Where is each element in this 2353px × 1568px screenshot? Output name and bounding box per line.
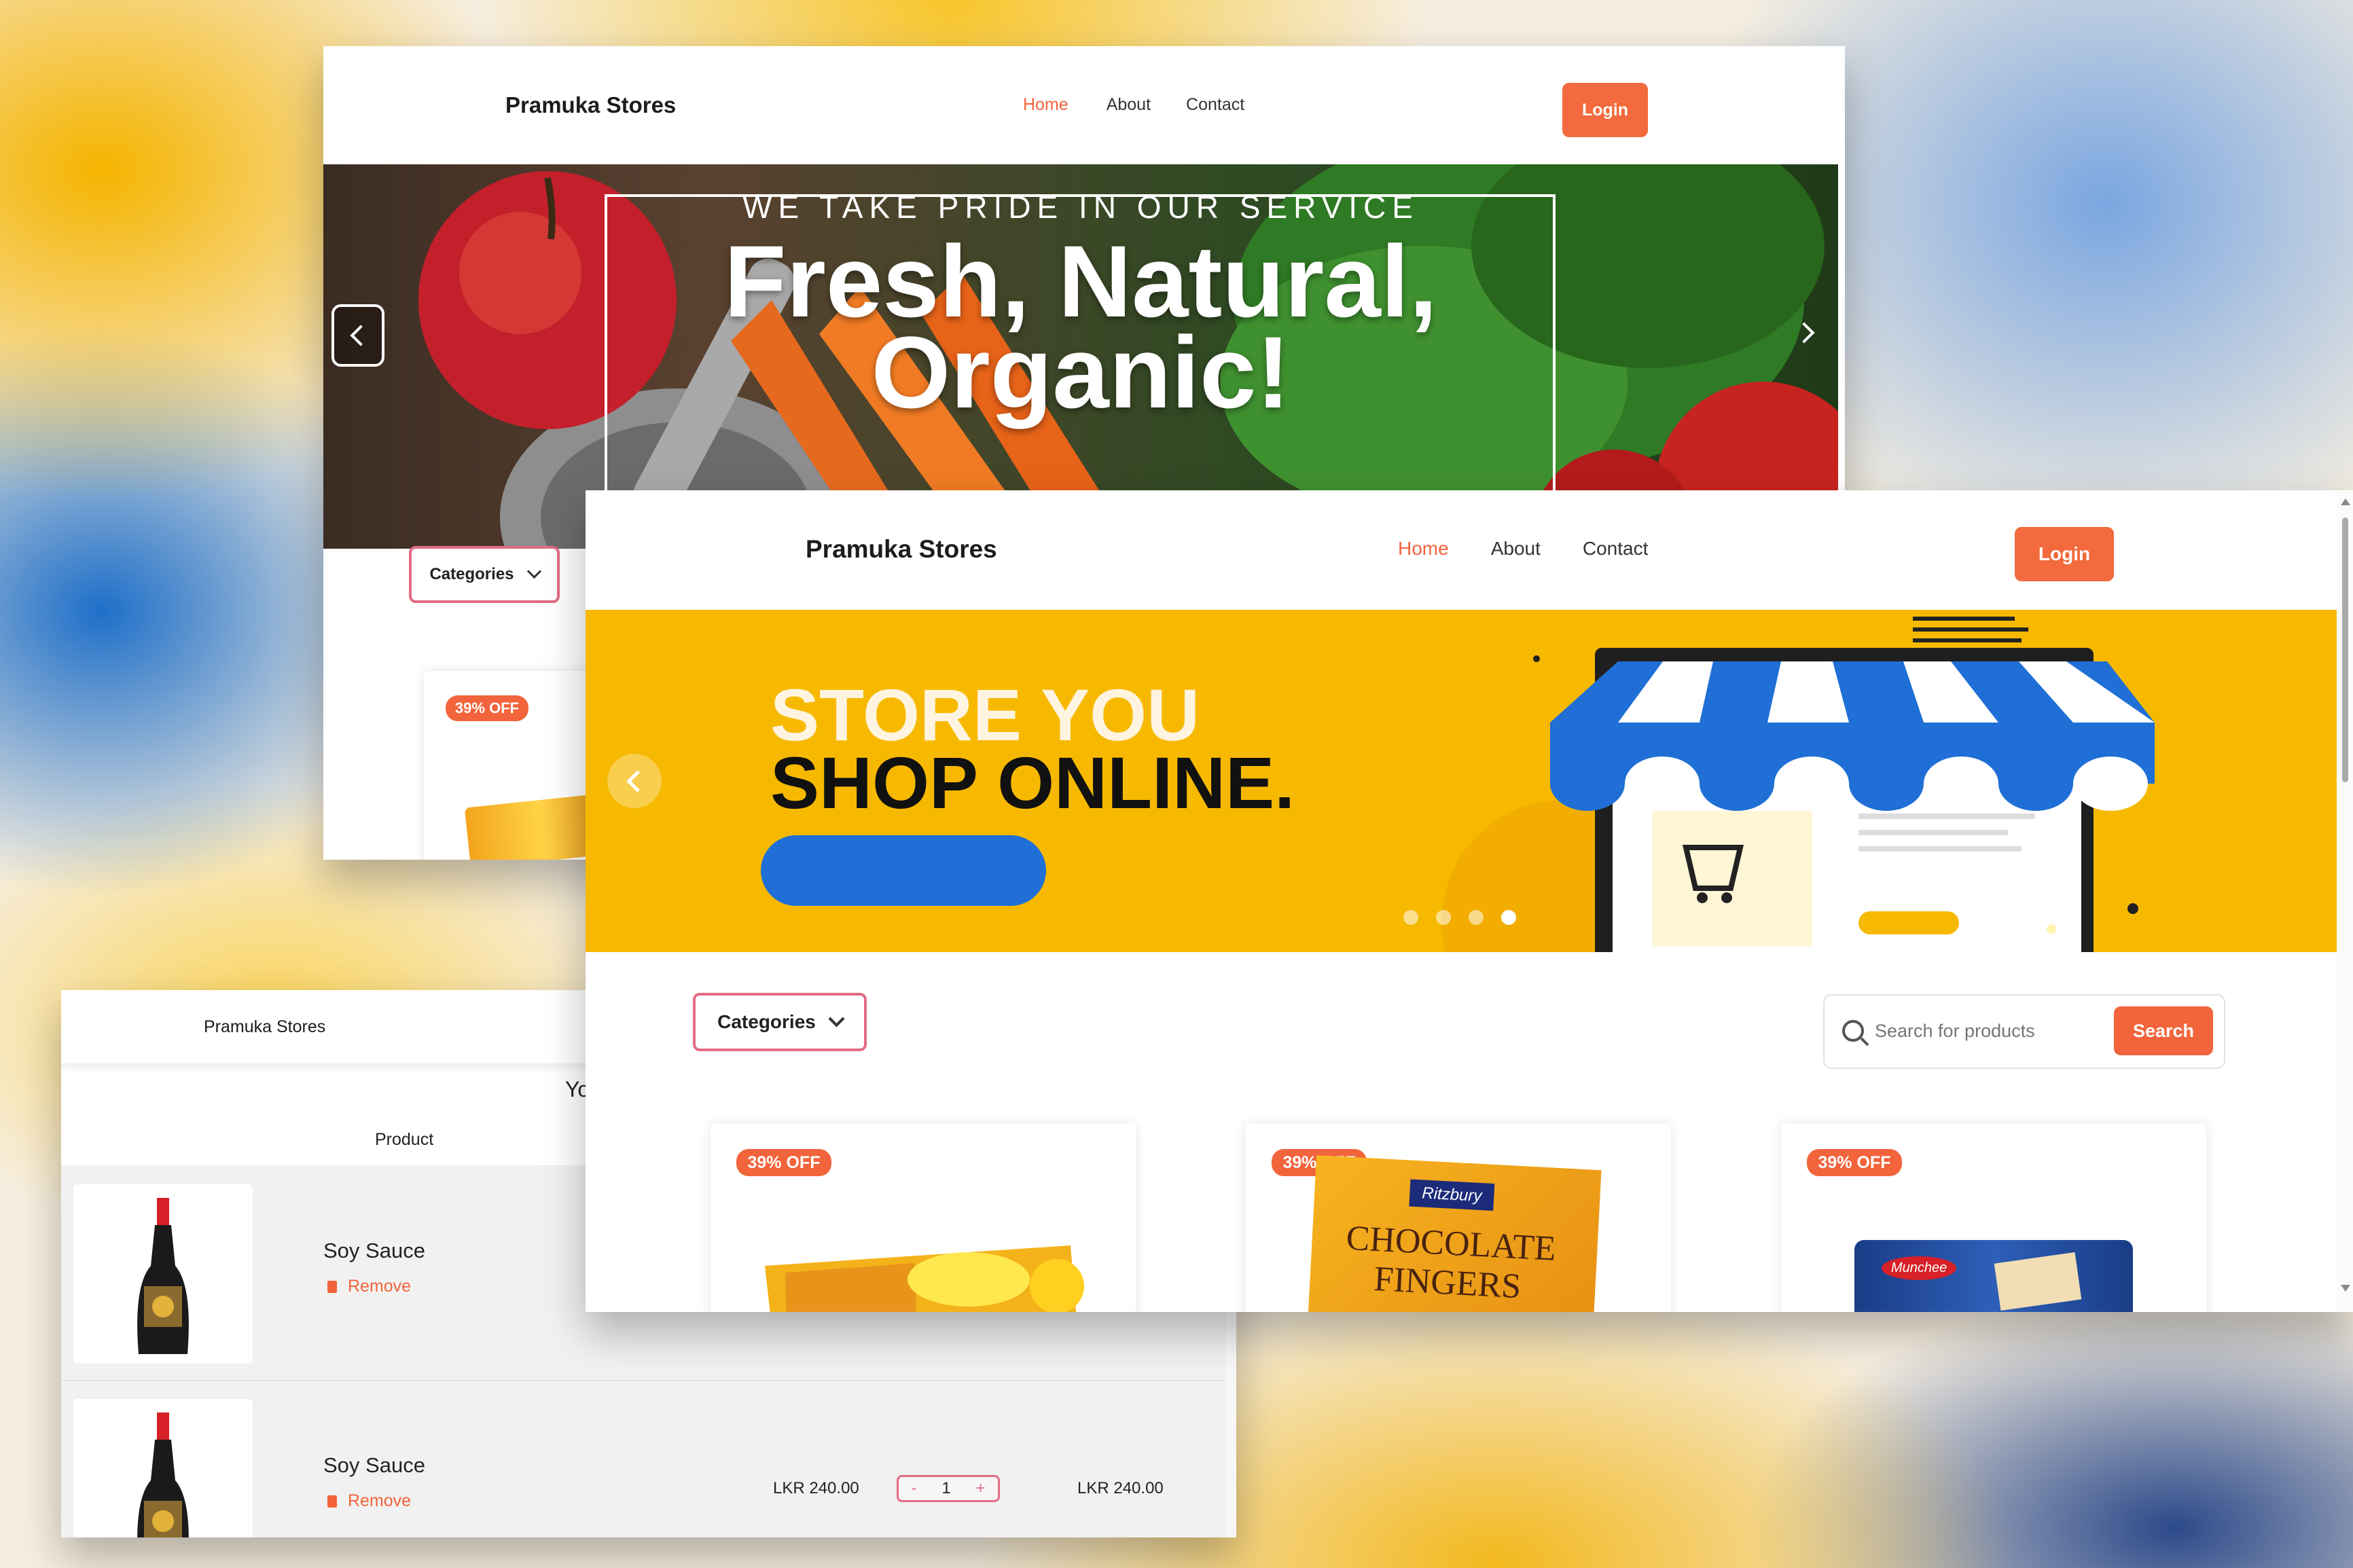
table-row: Soy Sauce Remove LKR 240.00 - 1 + LKR 24… (61, 1381, 1227, 1537)
scroll-down-arrow[interactable] (2341, 1285, 2350, 1292)
brand-name[interactable]: Pramuka Stores (806, 535, 997, 564)
scrollbar[interactable] (2337, 490, 2353, 1312)
product-card[interactable]: 39% OFF Munchee (1781, 1123, 2206, 1312)
hero-line-2: SHOP ONLINE. (770, 742, 1295, 824)
main-nav: Home About Contact (1398, 538, 1648, 560)
search-bar: Search (1823, 994, 2225, 1069)
product-card[interactable]: 39% OFF Ritzbury CHOCOLATE FINGERS (1246, 1123, 1671, 1312)
nav-home[interactable]: Home (1023, 95, 1068, 115)
brand-name[interactable]: Pramuka Stores (505, 92, 676, 118)
nav-contact[interactable]: Contact (1583, 538, 1649, 560)
discount-badge: 39% OFF (1807, 1149, 1902, 1176)
categories-dropdown[interactable]: Categories (409, 546, 560, 603)
categories-label: Categories (717, 1011, 816, 1032)
box-brand: Ritzbury (1409, 1179, 1495, 1211)
box-text-2: FINGERS (1373, 1259, 1522, 1307)
vanilla-wafer-image: Munchee (1854, 1240, 2133, 1312)
chevron-right-icon (1793, 322, 1815, 344)
chocolate-fingers-image: Ritzbury CHOCOLATE FINGERS (1306, 1155, 1602, 1312)
categories-dropdown[interactable]: Categories (693, 993, 867, 1051)
unit-price: LKR 240.00 (773, 1479, 859, 1497)
search-button[interactable]: Search (2114, 1006, 2213, 1055)
scroll-up-arrow[interactable] (2341, 498, 2350, 505)
trash-icon (327, 1280, 337, 1293)
column-header-product: Product (375, 1130, 434, 1149)
categories-label: Categories (429, 565, 514, 583)
hero-headline-2: Organic! (871, 315, 1291, 429)
remove-button[interactable]: Remove (327, 1491, 411, 1511)
trash-icon (327, 1495, 337, 1508)
chevron-down-icon (828, 1010, 845, 1027)
line-total: LKR 240.00 (1077, 1479, 1164, 1497)
increase-quantity-button[interactable]: + (976, 1479, 986, 1498)
box-brand: Munchee (1882, 1256, 1957, 1280)
prev-slide-button[interactable] (607, 754, 662, 808)
window-main: Pramuka Stores Home About Contact Login (586, 490, 2353, 1312)
slide-indicator-1[interactable] (1403, 910, 1418, 925)
quantity-stepper: - 1 + (897, 1475, 1000, 1502)
prev-slide-button[interactable] (331, 304, 384, 367)
scroll-thumb[interactable] (2342, 517, 2348, 782)
nav-about[interactable]: About (1107, 95, 1151, 115)
header: Pramuka Stores Home About Contact Login (586, 490, 2338, 610)
soy-sauce-bottle-image (137, 1198, 189, 1354)
main-nav: Home About Contact (1023, 95, 1244, 115)
nav-contact[interactable]: Contact (1186, 95, 1244, 115)
soy-sauce-bottle-image (137, 1412, 189, 1537)
header: Pramuka Stores Home About Contact Login (323, 46, 1845, 164)
chevron-left-icon (626, 769, 649, 792)
brand-name[interactable]: Pramuka Stores (204, 1017, 325, 1037)
product-thumbnail (73, 1399, 253, 1537)
wafer-visual (1994, 1252, 2082, 1311)
discount-badge: 39% OFF (446, 695, 528, 721)
chevron-down-icon (526, 564, 541, 579)
chevron-left-icon (350, 325, 372, 346)
next-slide-button[interactable] (1784, 311, 1825, 354)
search-input[interactable] (1873, 1013, 2080, 1049)
remove-button[interactable]: Remove (327, 1277, 411, 1296)
hero-tagline: WE TAKE PRIDE IN OUR SERVICE (742, 189, 1419, 225)
login-button[interactable]: Login (2015, 527, 2114, 581)
quantity-value[interactable]: 1 (941, 1479, 950, 1498)
nav-about[interactable]: About (1491, 538, 1541, 560)
nav-home[interactable]: Home (1398, 538, 1449, 560)
login-button[interactable]: Login (1562, 83, 1648, 137)
slide-indicator-4[interactable] (1501, 910, 1516, 925)
product-name[interactable]: Soy Sauce (323, 1453, 425, 1478)
lemon-puff-biscuits-image (765, 1245, 1084, 1312)
product-card[interactable]: 39% OFF (711, 1123, 1136, 1312)
product-thumbnail (73, 1184, 253, 1364)
decrease-quantity-button[interactable]: - (911, 1479, 916, 1498)
slide-indicator-2[interactable] (1436, 910, 1451, 925)
slide-indicator-3[interactable] (1469, 910, 1484, 925)
product-name[interactable]: Soy Sauce (323, 1239, 425, 1263)
remove-label: Remove (348, 1491, 412, 1510)
remove-label: Remove (348, 1277, 412, 1296)
hero-carousel: STORE YOU SHOP ONLINE. (586, 610, 2338, 952)
search-icon-handle (1860, 1037, 1869, 1046)
